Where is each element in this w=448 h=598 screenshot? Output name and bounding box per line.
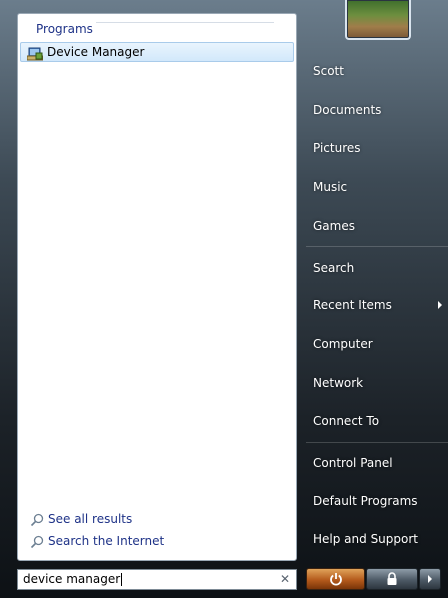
power-icon bbox=[307, 569, 364, 589]
result-label: Device Manager bbox=[47, 45, 145, 59]
menu-item-music[interactable]: Music bbox=[313, 178, 347, 196]
search-icon bbox=[30, 513, 44, 527]
menu-item-computer[interactable]: Computer bbox=[313, 335, 373, 353]
text-caret bbox=[121, 573, 123, 586]
menu-item-documents[interactable]: Documents bbox=[313, 101, 381, 119]
menu-separator bbox=[306, 442, 448, 443]
menu-item-pictures[interactable]: Pictures bbox=[313, 139, 361, 157]
menu-item-games[interactable]: Games bbox=[313, 217, 355, 235]
power-button[interactable] bbox=[306, 568, 365, 590]
menu-item-search[interactable]: Search bbox=[313, 259, 354, 277]
lock-icon bbox=[367, 569, 417, 589]
user-picture[interactable] bbox=[345, 0, 411, 40]
start-search-input[interactable]: device manager ✕ bbox=[17, 569, 297, 590]
device-manager-icon bbox=[26, 46, 44, 61]
menu-item-scott[interactable]: Scott bbox=[313, 62, 344, 80]
menu-item-help-and-support[interactable]: Help and Support bbox=[313, 530, 418, 548]
menu-item-connect-to[interactable]: Connect To bbox=[313, 412, 379, 430]
see-all-results-label: See all results bbox=[48, 512, 133, 526]
group-divider bbox=[96, 22, 274, 23]
menu-item-network[interactable]: Network bbox=[313, 374, 363, 392]
search-input-value: device manager bbox=[23, 572, 123, 586]
search-the-internet-link[interactable]: Search the Internet bbox=[30, 534, 164, 549]
result-device-manager[interactable]: Device Manager bbox=[20, 42, 294, 62]
menu-item-recent-items[interactable]: Recent Items bbox=[313, 296, 392, 314]
see-all-results-link[interactable]: See all results bbox=[30, 512, 132, 527]
menu-item-default-programs[interactable]: Default Programs bbox=[313, 492, 418, 510]
arrow-right-icon bbox=[420, 569, 440, 589]
submenu-arrow-icon bbox=[438, 301, 442, 309]
clear-search-icon[interactable]: ✕ bbox=[280, 572, 290, 586]
lock-button[interactable] bbox=[366, 568, 418, 590]
search-internet-label: Search the Internet bbox=[48, 534, 165, 548]
search-icon bbox=[30, 535, 44, 549]
search-results-pane: Programs Device Manager See all results bbox=[17, 13, 297, 561]
shutdown-options-button[interactable] bbox=[419, 568, 441, 590]
menu-separator bbox=[306, 246, 448, 247]
programs-group-header: Programs bbox=[36, 22, 93, 36]
menu-item-control-panel[interactable]: Control Panel bbox=[313, 454, 393, 472]
